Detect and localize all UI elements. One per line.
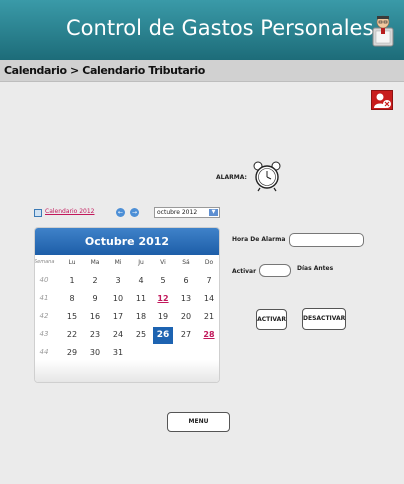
close-user-button[interactable] [371, 90, 393, 110]
calendar-day[interactable]: 1 [62, 276, 82, 285]
calendar-day[interactable]: 25 [131, 330, 151, 339]
calendar-widget: Octubre 2012 Semana Lu Ma Mi Ju Vi Sá Do… [34, 227, 220, 383]
calendar-day[interactable]: 30 [85, 348, 105, 357]
calendar-day[interactable]: 21 [199, 312, 219, 321]
app-header: Control de Gastos Personales [0, 0, 404, 60]
weekday-header: Sá [182, 259, 190, 266]
weekday-header: Vi [160, 259, 166, 266]
desactivar-button[interactable]: DESACTIVAR [302, 308, 346, 330]
week-number: 41 [39, 294, 49, 302]
calendar-day[interactable]: 15 [62, 312, 82, 321]
menu-button[interactable]: MENU [167, 412, 230, 432]
calendar-day[interactable]: 4 [131, 276, 151, 285]
calendar-day[interactable]: 18 [131, 312, 151, 321]
calendar-day[interactable]: 9 [85, 294, 105, 303]
weekday-header: Mi [114, 259, 122, 266]
calendar-day[interactable]: 12 [153, 294, 173, 303]
calendar-day[interactable]: 8 [62, 294, 82, 303]
calendar-day[interactable]: 22 [62, 330, 82, 339]
month-select[interactable]: octubre 2012 ▼ [154, 207, 220, 218]
alarm-clock-icon [253, 161, 281, 192]
hora-alarma-label: Hora De Alarma [232, 236, 286, 243]
month-select-value: octubre 2012 [157, 209, 198, 216]
calendar-grid: 40 1 2 3 4 5 6 7 41 8 9 10 11 12 13 14 42 15 16 17 18 19 20 21 4… [35, 273, 219, 357]
prev-month-button[interactable]: ← [116, 208, 125, 217]
calendar-day[interactable]: 16 [85, 312, 105, 321]
calendar-day[interactable]: 20 [176, 312, 196, 321]
calendar-year-link[interactable]: Calendario 2012 [45, 208, 95, 215]
calendar-day[interactable]: 2 [85, 276, 105, 285]
week-number: 42 [39, 312, 49, 320]
calendar-day[interactable]: 6 [176, 276, 196, 285]
calendar-month-title: Octubre 2012 [35, 228, 219, 255]
user-close-icon [374, 93, 391, 108]
calendar-nav-row: Calendario 2012 ← → octubre 2012 ▼ [34, 207, 224, 221]
week-number: 43 [39, 330, 49, 338]
calendar-day[interactable]: 10 [108, 294, 128, 303]
calendar-footer [35, 360, 219, 382]
week-header: Semana [34, 259, 55, 265]
weekday-header: Do [204, 259, 214, 266]
accountant-mascot-icon [372, 15, 394, 47]
calendar-day[interactable]: 11 [131, 294, 151, 303]
hora-alarma-input[interactable] [289, 233, 364, 247]
calendar-week-row: 41 8 9 10 11 12 13 14 [35, 291, 219, 309]
calendar-icon [34, 209, 42, 217]
breadcrumb-text: Calendario > Calendario Tributario [4, 64, 205, 77]
calendar-day[interactable]: 29 [62, 348, 82, 357]
calendar-week-row: 43 22 23 24 25 26 27 28 [35, 327, 219, 345]
calendar-day[interactable]: 23 [85, 330, 105, 339]
calendar-day[interactable]: 27 [176, 330, 196, 339]
alarm-label: ALARMA: [216, 174, 247, 181]
weekday-header: Ju [138, 259, 144, 266]
activar-button[interactable]: ACTIVAR [256, 309, 287, 330]
calendar-day[interactable]: 31 [108, 348, 128, 357]
calendar-day[interactable]: 28 [199, 330, 219, 339]
week-number: 40 [39, 276, 49, 284]
calendar-day[interactable]: 3 [108, 276, 128, 285]
dias-antes-label: Días Antes [297, 265, 334, 272]
week-number: 44 [39, 348, 49, 356]
weekday-header: Ma [90, 259, 100, 266]
calendar-day[interactable]: 7 [199, 276, 219, 285]
activar-label: Activar [232, 268, 257, 275]
calendar-week-row: 42 15 16 17 18 19 20 21 [35, 309, 219, 327]
weekday-header: Lu [68, 259, 76, 266]
calendar-day[interactable]: 14 [199, 294, 219, 303]
calendar-week-row: 40 1 2 3 4 5 6 7 [35, 273, 219, 291]
calendar-day[interactable]: 26 [153, 327, 173, 344]
calendar-day[interactable]: 5 [153, 276, 173, 285]
calendar-day[interactable]: 13 [176, 294, 196, 303]
calendar-day[interactable]: 17 [108, 312, 128, 321]
calendar-day[interactable]: 19 [153, 312, 173, 321]
next-month-button[interactable]: → [130, 208, 139, 217]
calendar-weekday-header: Semana Lu Ma Mi Ju Vi Sá Do [34, 255, 219, 271]
breadcrumb: Calendario > Calendario Tributario [0, 60, 404, 82]
calendar-day[interactable]: 24 [108, 330, 128, 339]
chevron-down-icon: ▼ [209, 209, 218, 216]
app-title: Control de Gastos Personales [66, 16, 374, 40]
dias-antes-input[interactable] [259, 264, 291, 277]
